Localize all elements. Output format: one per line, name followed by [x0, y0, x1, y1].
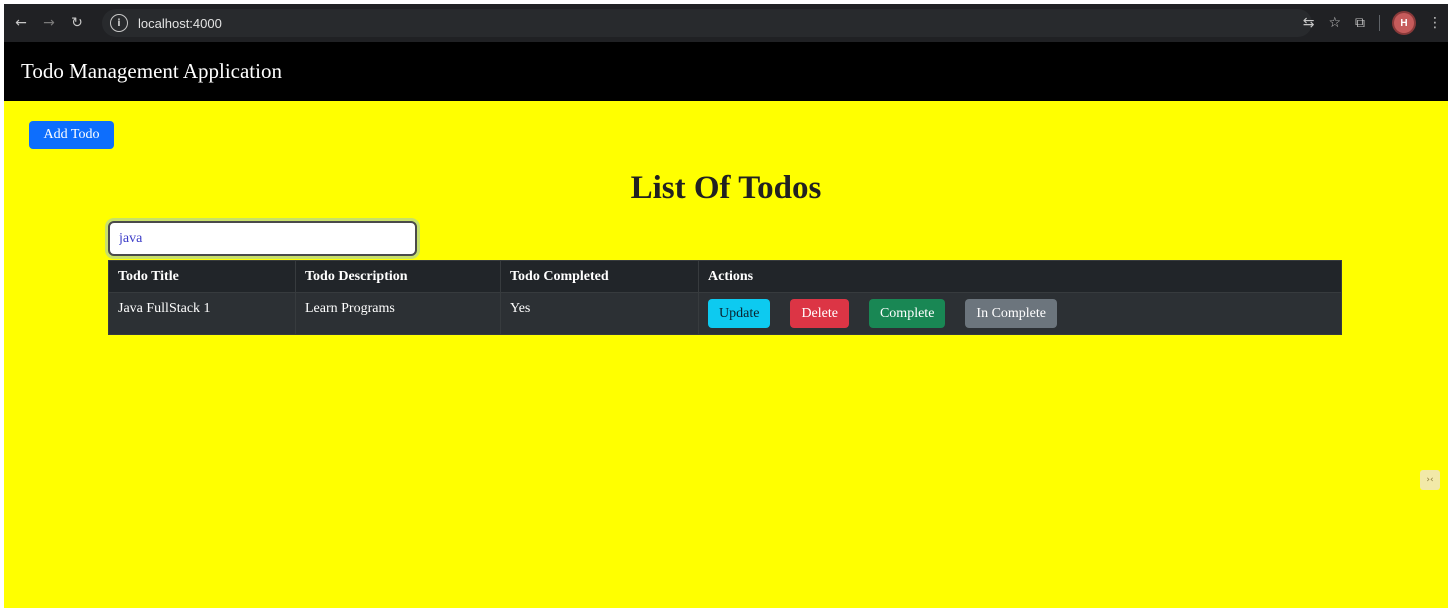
update-button[interactable]: Update	[708, 299, 771, 328]
todo-actions-cell: Update Delete Complete In Complete	[698, 292, 1342, 335]
add-todo-button[interactable]: Add Todo	[29, 121, 114, 149]
page-title: List Of Todos	[630, 170, 822, 206]
forward-icon[interactable]: →	[38, 12, 60, 34]
url-text[interactable]: localhost:4000	[138, 16, 222, 31]
extensions-icon[interactable]: ⧉	[1355, 15, 1365, 31]
table-row: Java FullStack 1 Learn Programs Yes Upda…	[108, 292, 1342, 335]
app-title: Todo Management Application	[21, 59, 282, 83]
column-header-description: Todo Description	[295, 260, 501, 293]
reload-icon[interactable]: ↻	[66, 12, 88, 34]
address-bar[interactable]: i localhost:4000	[102, 9, 1312, 37]
app-header: Todo Management Application	[4, 42, 1448, 101]
profile-avatar[interactable]: H	[1394, 13, 1414, 33]
in-complete-button[interactable]: In Complete	[965, 299, 1058, 328]
bookmark-star-icon[interactable]: ☆	[1328, 15, 1341, 31]
todo-title-cell: Java FullStack 1	[108, 292, 296, 335]
browser-toolbar: ← → ↻ i localhost:4000 ⇆ ☆ ⧉ H ⋮	[4, 4, 1448, 42]
table-header-row: Todo Title Todo Description Todo Complet…	[108, 260, 1342, 293]
column-header-completed: Todo Completed	[500, 260, 699, 293]
complete-button[interactable]: Complete	[868, 299, 946, 328]
todos-table: Todo Title Todo Description Todo Complet…	[108, 260, 1342, 335]
column-header-actions: Actions	[698, 260, 1342, 293]
menu-icon[interactable]: ⋮	[1428, 15, 1442, 31]
todo-description-cell: Learn Programs	[295, 292, 501, 335]
back-icon[interactable]: ←	[10, 12, 32, 34]
search-input[interactable]	[108, 221, 417, 256]
side-panel-toggle-icon[interactable]: ›‹	[1420, 470, 1440, 490]
translate-icon[interactable]: ⇆	[1303, 15, 1315, 31]
toolbar-divider	[1379, 15, 1380, 31]
delete-button[interactable]: Delete	[790, 299, 849, 328]
todo-completed-cell: Yes	[500, 292, 699, 335]
page-viewport: Todo Management Application Add Todo Lis…	[4, 42, 1448, 608]
column-header-title: Todo Title	[108, 260, 296, 293]
site-info-icon[interactable]: i	[110, 14, 128, 32]
